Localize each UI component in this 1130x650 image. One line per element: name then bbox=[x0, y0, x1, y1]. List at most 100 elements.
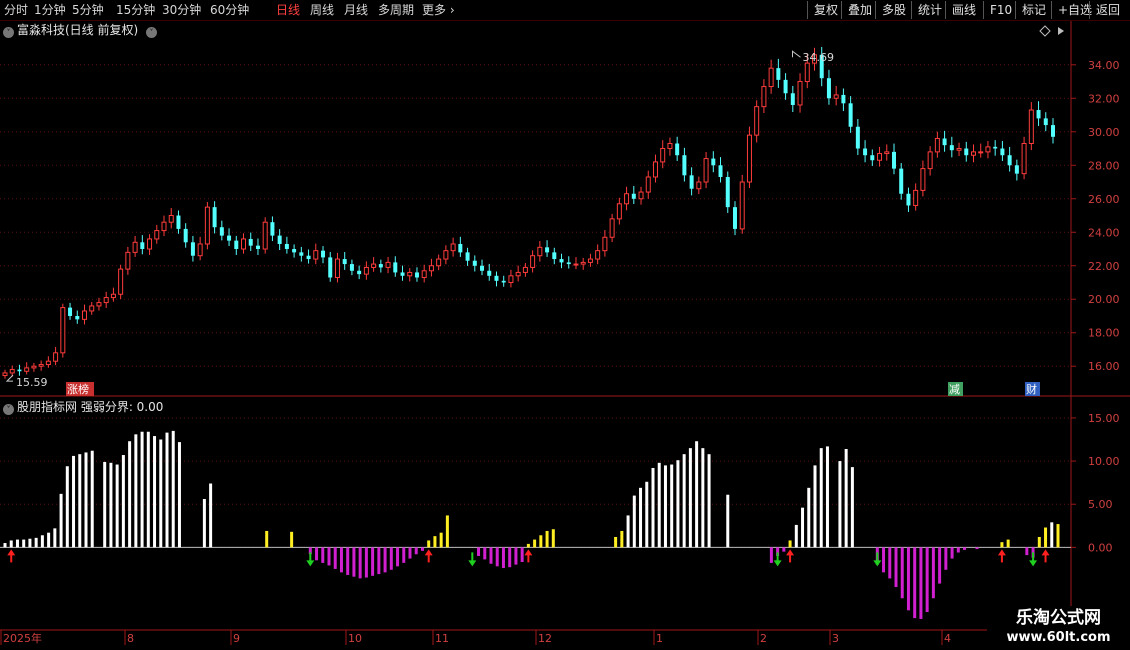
candle-body-down[interactable] bbox=[465, 252, 470, 261]
candle-body-down[interactable] bbox=[993, 146, 998, 149]
candle-body-up[interactable] bbox=[1021, 143, 1027, 175]
toolbar-button-4[interactable]: 画线 bbox=[945, 1, 982, 19]
main-panel-dropdown-icon[interactable]: ˅ bbox=[146, 27, 158, 38]
candle-body-up[interactable] bbox=[934, 137, 940, 153]
candle-body-up[interactable] bbox=[262, 221, 268, 250]
candle-body-down[interactable] bbox=[183, 228, 188, 243]
candle-body-up[interactable] bbox=[421, 270, 427, 278]
candle-body-up[interactable] bbox=[38, 364, 44, 367]
candle-body-up[interactable] bbox=[45, 360, 51, 366]
candle-body-up[interactable] bbox=[443, 250, 449, 260]
candle-body-up[interactable] bbox=[508, 275, 514, 283]
candle-body-down[interactable] bbox=[675, 143, 680, 156]
candle-body-down[interactable] bbox=[176, 215, 181, 229]
period-tab-6[interactable]: 日线 bbox=[276, 0, 300, 20]
candle-body-up[interactable] bbox=[407, 271, 413, 277]
period-tab-3[interactable]: 15分钟 bbox=[116, 0, 155, 20]
candle-body-up[interactable] bbox=[363, 266, 369, 275]
candle-body-up[interactable] bbox=[132, 241, 138, 253]
toolbar-button-3[interactable]: 统计 bbox=[911, 1, 948, 19]
candle-body-up[interactable] bbox=[334, 258, 340, 278]
candle-body-up[interactable] bbox=[573, 263, 579, 266]
candle-body-down[interactable] bbox=[68, 307, 73, 316]
candle-body-up[interactable] bbox=[833, 94, 839, 99]
toolbar-button-2[interactable]: 多股 bbox=[875, 1, 912, 19]
candle-body-up[interactable] bbox=[956, 148, 962, 151]
candle-body-down[interactable] bbox=[472, 260, 477, 266]
candle-body-down[interactable] bbox=[855, 126, 860, 149]
candle-body-up[interactable] bbox=[522, 266, 528, 273]
candle-body-down[interactable] bbox=[494, 275, 499, 281]
candle-body-down[interactable] bbox=[552, 252, 557, 260]
candle-body-up[interactable] bbox=[927, 151, 933, 170]
candle-body-up[interactable] bbox=[970, 151, 976, 156]
candle-body-down[interactable] bbox=[299, 252, 304, 256]
event-badge-1[interactable]: 减 bbox=[949, 383, 960, 396]
candle-body-up[interactable] bbox=[696, 181, 702, 190]
candle-body-up[interactable] bbox=[595, 250, 601, 260]
toolbar-button-5[interactable]: F10 bbox=[983, 1, 1018, 19]
candle-body-down[interactable] bbox=[349, 264, 354, 271]
candle-body-up[interactable] bbox=[978, 151, 984, 154]
candle-body-up[interactable] bbox=[9, 369, 15, 374]
period-tab-5[interactable]: 60分钟 bbox=[210, 0, 249, 20]
toolbar-button-0[interactable]: 复权 bbox=[807, 1, 844, 19]
period-tab-2[interactable]: 5分钟 bbox=[72, 0, 104, 20]
candle-body-up[interactable] bbox=[616, 203, 622, 220]
candle-body-up[interactable] bbox=[920, 168, 926, 191]
candle-body-up[interactable] bbox=[436, 258, 442, 267]
candle-body-down[interactable] bbox=[393, 262, 398, 273]
candle-body-up[interactable] bbox=[313, 250, 319, 260]
candle-body-up[interactable] bbox=[652, 161, 658, 178]
candle-body-down[interactable] bbox=[559, 259, 564, 263]
period-tab-10[interactable]: 更多 › bbox=[422, 0, 455, 20]
candle-body-up[interactable] bbox=[660, 148, 666, 163]
candle-body-up[interactable] bbox=[537, 246, 543, 257]
candle-body-up[interactable] bbox=[385, 261, 391, 268]
candle-body-up[interactable] bbox=[884, 151, 890, 155]
period-tab-1[interactable]: 1分钟 bbox=[34, 0, 66, 20]
candle-body-up[interactable] bbox=[754, 106, 760, 136]
candle-body-down[interactable] bbox=[964, 148, 969, 156]
candle-body-up[interactable] bbox=[96, 302, 102, 307]
candle-body-up[interactable] bbox=[761, 86, 767, 108]
candle-body-up[interactable] bbox=[739, 181, 745, 230]
candle-body-down[interactable] bbox=[1036, 110, 1041, 119]
candle-body-down[interactable] bbox=[689, 175, 694, 189]
candle-body-down[interactable] bbox=[906, 193, 911, 206]
candle-body-up[interactable] bbox=[450, 243, 456, 252]
candle-body-up[interactable] bbox=[371, 263, 377, 268]
candle-body-up[interactable] bbox=[609, 218, 615, 238]
candle-body-down[interactable] bbox=[1043, 118, 1048, 126]
candle-body-down[interactable] bbox=[357, 270, 362, 275]
candle-body-up[interactable] bbox=[2, 372, 8, 377]
candle-body-up[interactable] bbox=[667, 143, 673, 150]
candle-body-down[interactable] bbox=[1014, 165, 1019, 174]
candle-body-up[interactable] bbox=[587, 258, 593, 263]
candle-body-down[interactable] bbox=[718, 165, 723, 177]
candle-body-down[interactable] bbox=[487, 270, 492, 276]
candle-body-up[interactable] bbox=[204, 206, 210, 245]
candle-body-up[interactable] bbox=[154, 230, 160, 240]
candle-body-down[interactable] bbox=[378, 264, 383, 268]
candle-body-down[interactable] bbox=[826, 78, 831, 99]
candle-body-down[interactable] bbox=[292, 249, 297, 253]
candle-body-down[interactable] bbox=[342, 259, 347, 265]
candle-body-up[interactable] bbox=[913, 189, 919, 206]
candle-body-down[interactable] bbox=[1007, 155, 1012, 166]
candle-body-up[interactable] bbox=[530, 255, 536, 268]
candle-body-down[interactable] bbox=[212, 207, 217, 228]
candle-body-down[interactable] bbox=[776, 68, 781, 80]
candle-body-up[interactable] bbox=[147, 238, 153, 250]
candle-body-up[interactable] bbox=[168, 215, 174, 223]
toolbar-button-6[interactable]: 标记 bbox=[1015, 1, 1052, 19]
candle-body-up[interactable] bbox=[197, 243, 203, 257]
candle-body-up[interactable] bbox=[746, 134, 752, 183]
candlestick-series[interactable] bbox=[2, 46, 1055, 379]
candle-body-up[interactable] bbox=[580, 261, 586, 265]
candle-body-up[interactable] bbox=[241, 238, 247, 250]
candle-body-up[interactable] bbox=[624, 193, 630, 205]
candle-body-down[interactable] bbox=[631, 193, 636, 199]
candle-body-down[interactable] bbox=[899, 168, 904, 194]
candle-body-down[interactable] bbox=[566, 262, 571, 265]
